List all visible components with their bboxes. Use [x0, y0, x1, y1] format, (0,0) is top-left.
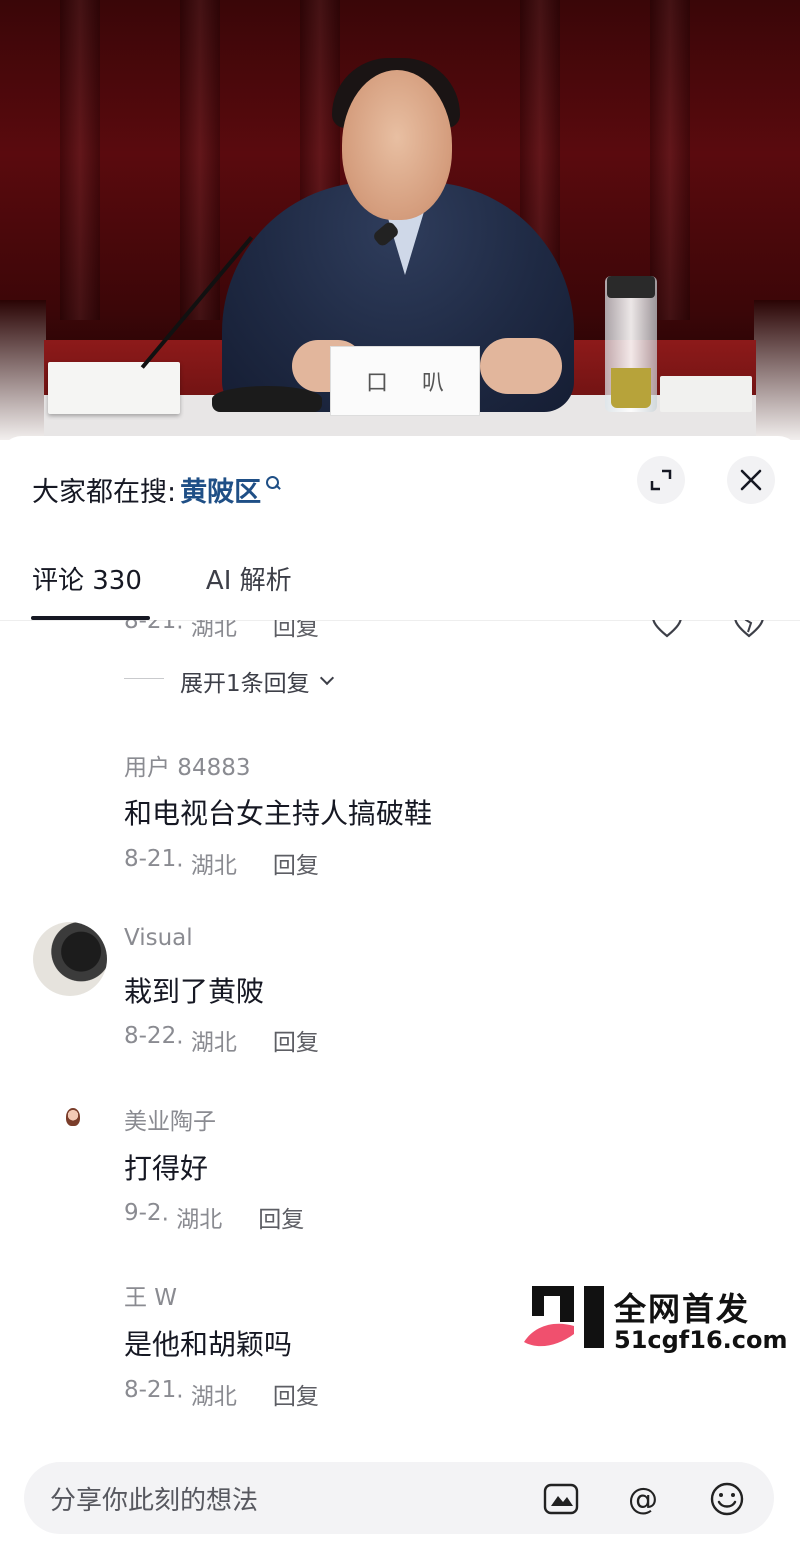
nameplate: 口 叭: [330, 346, 480, 416]
reply-button[interactable]: 回复: [273, 846, 319, 880]
expand-button[interactable]: [637, 456, 685, 504]
search-icon: [265, 475, 281, 491]
curtain: [60, 0, 100, 320]
tab-ai-analysis[interactable]: AI 解析: [206, 560, 292, 597]
reply-button[interactable]: 回复: [258, 1200, 304, 1234]
comment-username[interactable]: 王 W: [124, 1278, 177, 1312]
comment-text: 打得好: [124, 1152, 209, 1185]
comment-username[interactable]: 美业陶子: [124, 1102, 216, 1136]
comment-date: 8-21: [124, 846, 177, 872]
reply-button[interactable]: 回复: [273, 1023, 319, 1057]
at-glyph: @: [628, 1481, 658, 1517]
frame-edge: [0, 300, 46, 440]
comment-location: · 湖北: [176, 1030, 237, 1056]
comment-text: 是他和胡颖吗: [124, 1328, 293, 1361]
comment-date: 8-21: [124, 620, 177, 634]
trending-search-keyword[interactable]: 黄陂区: [180, 470, 261, 509]
comment-text: 和电视台女主持人搞破鞋: [124, 797, 433, 830]
microphone-base: [212, 386, 322, 412]
watermark-url: 51cgf16.com: [614, 1326, 788, 1354]
bottle-tea: [611, 368, 651, 408]
trending-search[interactable]: 大家都在搜: 黄陂区: [32, 470, 281, 509]
watermark-title: 全网首发: [614, 1290, 751, 1328]
trending-search-label: 大家都在搜:: [32, 477, 177, 508]
avatar[interactable]: [33, 922, 107, 996]
comment-location: · 湖北: [176, 620, 237, 641]
comment-date: 9-2: [124, 1200, 162, 1226]
comment-input-placeholder: 分享你此刻的想法: [50, 1485, 259, 1516]
papers: [48, 362, 180, 414]
comment-location: · 湖北: [176, 853, 237, 879]
expand-replies-button[interactable]: 展开1条回复: [180, 664, 334, 698]
curtain: [650, 0, 690, 320]
comment-date: 8-22: [124, 1023, 177, 1049]
comment-meta: 8-22 · 湖北 回复: [124, 1023, 319, 1057]
comment-text: 栽到了黄陂: [124, 975, 265, 1008]
reply-button[interactable]: 回复: [273, 620, 319, 642]
comment-sheet: 大家都在搜: 黄陂区 评论 330 AI 解析 8-21 · 湖北 回复 展开1…: [0, 436, 800, 1544]
comment-meta: 8-21 · 湖北 回复: [124, 1377, 319, 1411]
dislike-icon[interactable]: [732, 620, 766, 640]
comment-date: 8-21: [124, 1377, 177, 1403]
curtain: [180, 0, 220, 320]
emoji-icon[interactable]: [708, 1480, 746, 1518]
heart-icon[interactable]: [650, 620, 684, 640]
avatar[interactable]: [66, 1108, 80, 1126]
comment-input[interactable]: 分享你此刻的想法 @: [24, 1462, 774, 1534]
watermark-logo: [524, 1286, 604, 1348]
bottle-cap: [607, 276, 655, 298]
comment-meta: 8-21 · 湖北 回复: [124, 620, 319, 642]
comment-username[interactable]: Visual: [124, 925, 193, 951]
tab-comments[interactable]: 评论 330: [32, 560, 142, 597]
papers: [660, 376, 752, 412]
comment-location: · 湖北: [176, 1384, 237, 1410]
nameplate-char: 叭: [421, 371, 444, 396]
nameplate-char: 口: [365, 371, 388, 396]
speaker-hand: [480, 338, 562, 394]
reply-button[interactable]: 回复: [273, 1377, 319, 1411]
close-icon: [740, 469, 762, 491]
expand-replies-label: 展开1条回复: [180, 671, 310, 697]
frame-edge: [754, 300, 800, 440]
reply-thread-line: [124, 678, 164, 679]
comment-tabs: 评论 330 AI 解析: [32, 560, 356, 597]
chevron-down-icon: [319, 670, 334, 686]
comment-meta: 8-21 · 湖北 回复: [124, 846, 319, 880]
speaker-head: [342, 70, 452, 220]
comment-location: · 湖北: [161, 1207, 223, 1233]
comment-username[interactable]: 用户 84883: [124, 748, 250, 782]
image-icon[interactable]: [542, 1480, 580, 1518]
comment-meta: 9-2 · 湖北 回复: [124, 1200, 304, 1234]
video-player[interactable]: 口 叭: [0, 0, 800, 440]
at-icon[interactable]: @: [624, 1480, 662, 1518]
close-button[interactable]: [727, 456, 775, 504]
expand-icon: [650, 469, 672, 491]
